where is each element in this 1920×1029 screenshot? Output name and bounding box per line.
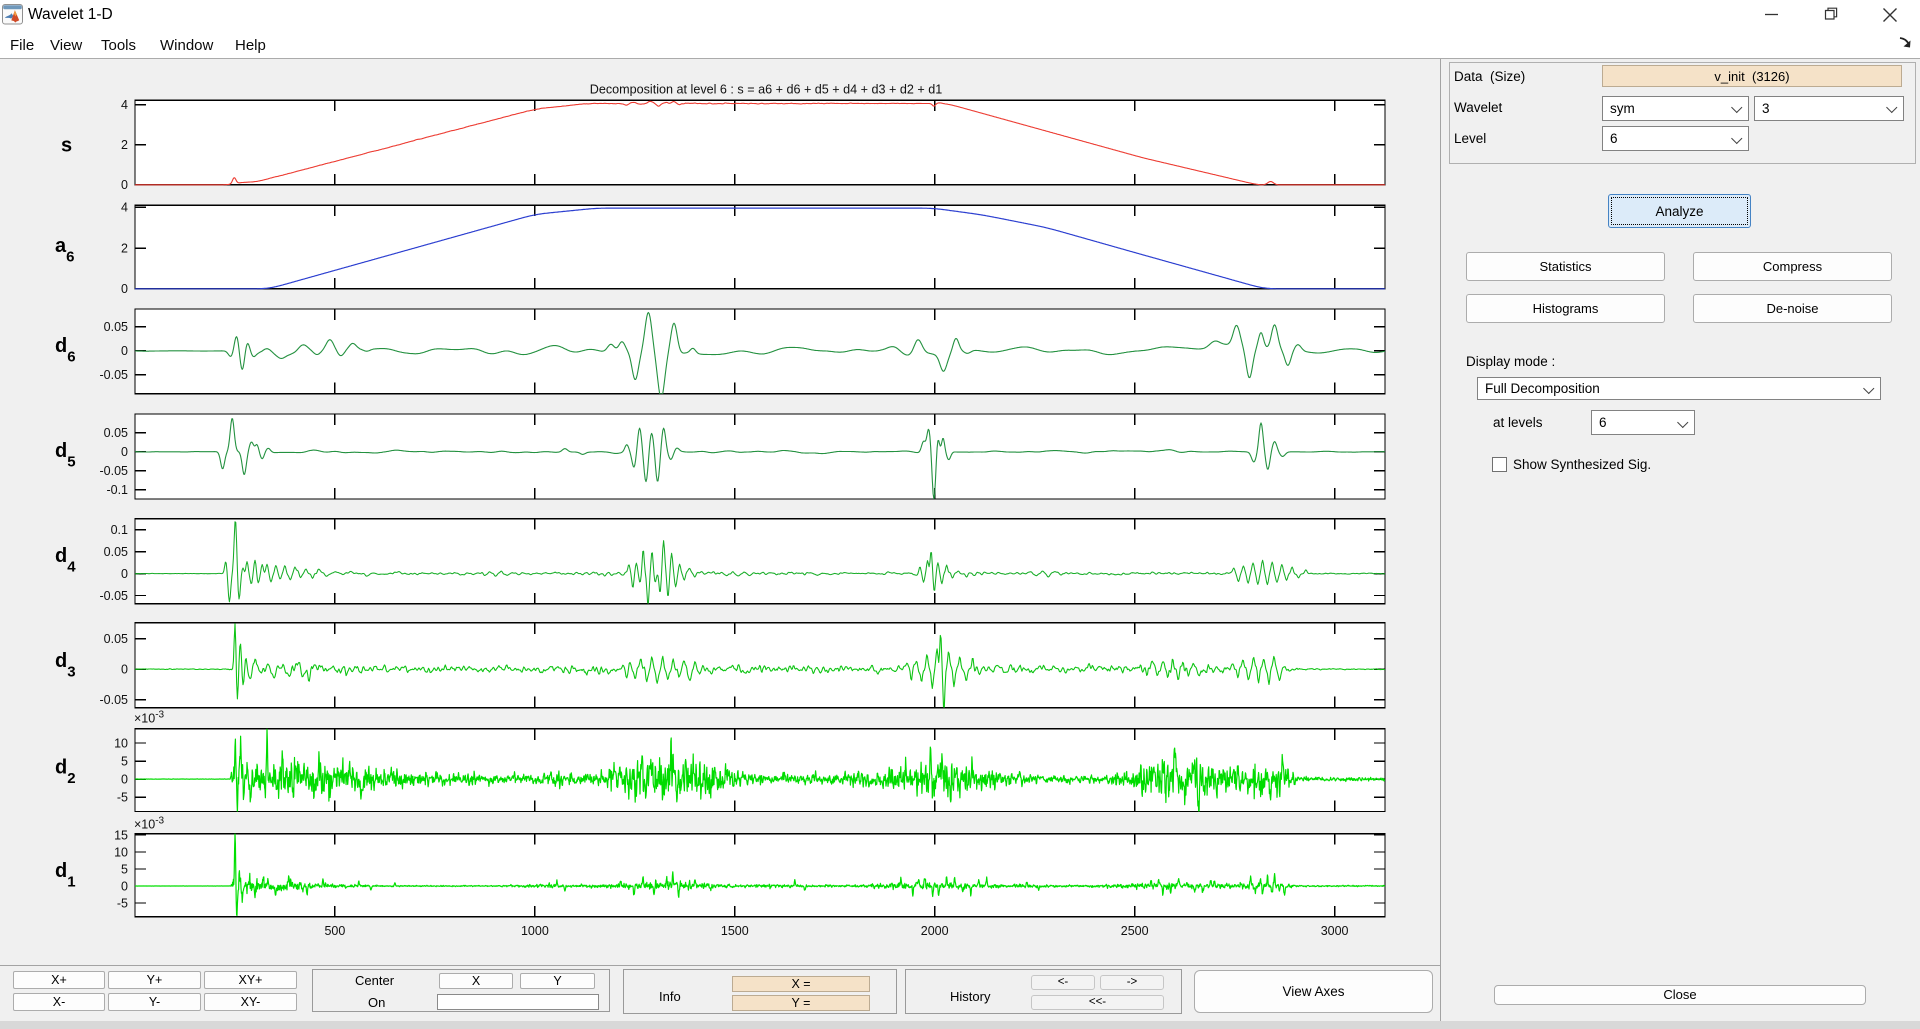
svg-text:0: 0 <box>121 344 128 358</box>
svg-text:5: 5 <box>121 862 128 876</box>
svg-text:0.05: 0.05 <box>104 320 128 334</box>
svg-text:s: s <box>61 135 72 157</box>
svg-text:-0.05: -0.05 <box>100 368 129 382</box>
svg-text:a6: a6 <box>55 235 74 266</box>
svg-text:4: 4 <box>121 98 128 112</box>
svg-text:2000: 2000 <box>921 924 949 938</box>
svg-text:0.05: 0.05 <box>104 632 128 646</box>
svg-text:0.1: 0.1 <box>111 523 128 537</box>
svg-text:0: 0 <box>121 567 128 581</box>
svg-text:0: 0 <box>121 772 128 786</box>
svg-text:500: 500 <box>324 924 345 938</box>
svg-text:15: 15 <box>114 828 128 842</box>
svg-text:4: 4 <box>121 201 128 215</box>
svg-text:2: 2 <box>121 241 128 255</box>
svg-text:d5: d5 <box>55 440 76 471</box>
svg-text:2500: 2500 <box>1121 924 1149 938</box>
svg-text:3000: 3000 <box>1321 924 1349 938</box>
svg-text:×10-3: ×10-3 <box>134 816 165 832</box>
svg-text:-5: -5 <box>117 791 128 805</box>
svg-text:-0.1: -0.1 <box>106 483 128 497</box>
svg-text:0: 0 <box>121 445 128 459</box>
svg-text:d6: d6 <box>55 335 76 366</box>
svg-text:2: 2 <box>121 138 128 152</box>
svg-text:5: 5 <box>121 754 128 768</box>
svg-text:×10-3: ×10-3 <box>134 710 165 726</box>
svg-text:0: 0 <box>121 663 128 677</box>
svg-text:0.05: 0.05 <box>104 426 128 440</box>
svg-text:10: 10 <box>114 845 128 859</box>
svg-text:d2: d2 <box>55 757 76 788</box>
svg-text:d4: d4 <box>55 545 76 576</box>
svg-text:d3: d3 <box>55 650 76 681</box>
svg-text:10: 10 <box>114 736 128 750</box>
svg-text:-0.05: -0.05 <box>100 464 129 478</box>
svg-text:-5: -5 <box>117 896 128 910</box>
svg-text:-0.05: -0.05 <box>100 693 129 707</box>
svg-text:0: 0 <box>121 282 128 296</box>
svg-text:Decomposition at level 6 : s =: Decomposition at level 6 : s = a6 + d6 +… <box>590 83 943 97</box>
svg-text:-0.05: -0.05 <box>100 589 129 603</box>
svg-text:1500: 1500 <box>721 924 749 938</box>
svg-text:1000: 1000 <box>521 924 549 938</box>
svg-text:0.05: 0.05 <box>104 545 128 559</box>
svg-text:0: 0 <box>121 879 128 893</box>
svg-text:0: 0 <box>121 178 128 192</box>
svg-text:d1: d1 <box>55 860 76 891</box>
